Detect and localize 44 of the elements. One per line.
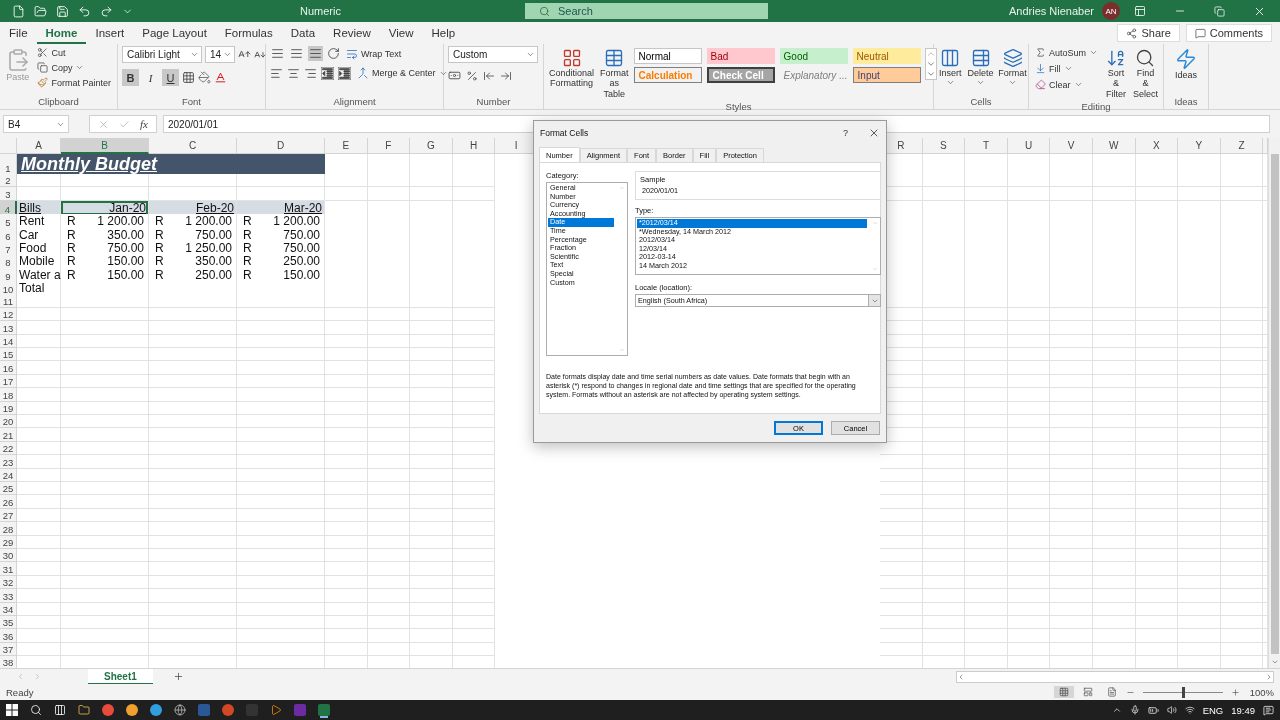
group-label: Editing — [1081, 101, 1111, 115]
group-label: Number — [476, 96, 511, 109]
status-text: Ready — [6, 686, 34, 698]
currency-symbol: R — [243, 214, 252, 229]
currency-symbol: R — [155, 254, 164, 269]
amount-text: 150.00 — [107, 267, 144, 282]
group-label: Font — [182, 96, 201, 109]
dialog-title: Format Cells — [540, 128, 590, 138]
group-label: Alignment — [333, 96, 376, 109]
zoom-level: 100% — [1249, 686, 1274, 698]
currency-symbol: R — [243, 240, 252, 255]
title-cell: Monthly Budget — [17, 154, 325, 175]
currency-symbol: R — [155, 240, 164, 255]
currency-symbol: R — [67, 267, 76, 282]
currency-symbol: R — [155, 214, 164, 229]
amount-text: 350.00 — [107, 227, 144, 242]
currency-symbol: R — [155, 267, 164, 282]
currency-symbol: R — [243, 227, 252, 242]
currency-symbol: R — [67, 227, 76, 242]
currency-symbol: R — [67, 214, 76, 229]
group-label: Ideas — [1174, 96, 1198, 109]
amount-text: 250.00 — [283, 254, 320, 269]
amount-text: 150.00 — [107, 254, 144, 269]
group-label: Styles — [725, 101, 752, 115]
amount-text: 750.00 — [195, 227, 232, 242]
currency-symbol: R — [243, 267, 252, 282]
amount-text: 1 200.00 — [97, 214, 144, 229]
amount-text: 250.00 — [195, 267, 232, 282]
amount-text: 350.00 — [195, 254, 232, 269]
currency-symbol: R — [243, 254, 252, 269]
amount-text: 150.00 — [283, 267, 320, 282]
amount-text: 750.00 — [107, 240, 144, 255]
amount-text: 750.00 — [283, 227, 320, 242]
amount-text: 1 250.00 — [185, 240, 232, 255]
amount-text: 1 200.00 — [185, 214, 232, 229]
amount-text: 750.00 — [283, 240, 320, 255]
currency-symbol: R — [155, 227, 164, 242]
group-label: Clipboard — [38, 96, 79, 109]
document-title: Numeric — [300, 5, 342, 17]
currency-symbol: R — [67, 254, 76, 269]
group-label: Cells — [970, 96, 992, 109]
user-name: Andries Nienaber — [1009, 5, 1094, 17]
currency-symbol: R — [67, 240, 76, 255]
amount-text: 1 200.00 — [273, 214, 320, 229]
